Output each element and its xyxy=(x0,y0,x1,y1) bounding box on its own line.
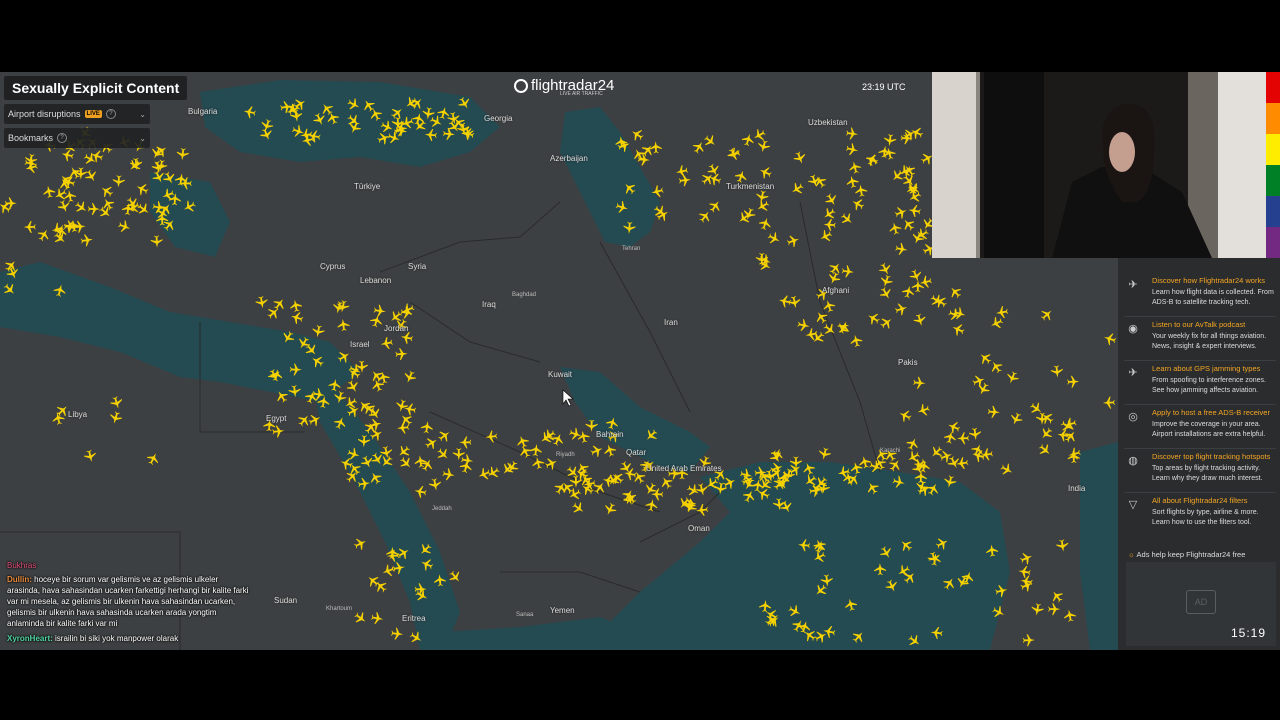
map-label-india: India xyxy=(1068,484,1086,493)
promo-desc: Sort flights by type, airline & more. Le… xyxy=(1152,509,1259,526)
map-label-afghanistan: Afghani xyxy=(822,286,850,295)
city-tehran: Tehran xyxy=(622,246,641,252)
promo-how-it-works[interactable]: ✈ Discover how Flightradar24 works Learn… xyxy=(1124,274,1276,317)
promo-title: Apply to host a free ADS-B receiver xyxy=(1152,408,1270,417)
chat-message-0: Bukhras xyxy=(7,560,247,571)
city-jeddah: Jeddah xyxy=(432,506,452,512)
promo-gps-jamming[interactable]: ✈ Learn about GPS jamming types From spo… xyxy=(1124,362,1276,405)
promo-title: Discover top flight tracking hotspots xyxy=(1152,452,1271,461)
fr24-side-panel: ✈ Discover how Flightradar24 works Learn… xyxy=(1118,258,1280,650)
map-label-uzbekistan: Uzbekistan xyxy=(808,118,848,127)
stream-frame: Bulgaria Georgia Azerbaijan Uzbekistan T… xyxy=(0,72,1280,650)
map-label-turkmenistan: Turkmenistan xyxy=(726,182,775,191)
streamer-webcam xyxy=(932,72,1280,258)
promo-adsb-receiver[interactable]: ◎ Apply to host a free ADS-B receiver Im… xyxy=(1124,406,1276,449)
ad-icon-label: AD xyxy=(1194,597,1208,607)
map-label-azerbaijan: Azerbaijan xyxy=(550,154,588,163)
filter-icon: ▽ xyxy=(1128,499,1138,511)
map-label-turkey: Türkiye xyxy=(354,182,381,191)
map-label-georgia: Georgia xyxy=(484,114,513,123)
city-riyadh: Riyadh xyxy=(556,452,575,458)
city-karachi: Karachi xyxy=(880,448,901,454)
ad-icon: AD xyxy=(1186,590,1216,614)
live-badge: LIVE xyxy=(84,110,102,118)
chat-user: XyronHeart: xyxy=(7,634,53,643)
help-icon[interactable]: ? xyxy=(105,109,116,119)
plane-icon: ✈ xyxy=(1128,279,1138,291)
map-label-jordan: Jordan xyxy=(384,324,409,333)
map-label-qatar: Qatar xyxy=(626,448,647,457)
map-label-kuwait: Kuwait xyxy=(548,370,573,379)
chat-message-2: XyronHeart: israilin bi siki yok manpowe… xyxy=(7,633,251,644)
radar-logo-icon xyxy=(514,78,528,93)
map-label-sudan: Sudan xyxy=(274,596,298,605)
webcam-image xyxy=(932,72,1280,258)
map-label-uae: United Arab Emirates xyxy=(646,464,722,473)
pride-flag-decoration xyxy=(1266,72,1280,258)
lightbulb-icon: ☼ xyxy=(1128,550,1135,559)
map-label-cyprus: Cyprus xyxy=(320,262,346,271)
chevron-down-icon[interactable]: ⌄ xyxy=(139,110,146,119)
promo-hotspots[interactable]: ◍ Discover top flight tracking hotspots … xyxy=(1124,450,1276,493)
promo-title: Discover how Flightradar24 works xyxy=(1152,276,1265,285)
promo-desc: Improve the coverage in your area. Airpo… xyxy=(1152,421,1266,438)
map-label-eritrea: Eritrea xyxy=(402,614,426,623)
map-label-iran: Iran xyxy=(664,318,678,327)
flightradar24-logo[interactable]: flightradar24 LIVE AIR TRAFFIC xyxy=(514,77,614,97)
promo-title: All about Flightradar24 filters xyxy=(1152,496,1248,505)
promo-avtalk[interactable]: ◉ Listen to our AvTalk podcast Your week… xyxy=(1124,318,1276,361)
logo-tagline: LIVE AIR TRAFFIC xyxy=(560,91,603,97)
promo-desc: Your weekly fix for all things aviation.… xyxy=(1152,333,1267,350)
map-label-israel: Israel xyxy=(350,340,370,349)
ads-notice-text: Ads help keep Flightradar24 free xyxy=(1136,550,1246,559)
map-label-bulgaria: Bulgaria xyxy=(188,107,218,116)
ads-notice: ☼ Ads help keep Flightradar24 free xyxy=(1128,550,1245,559)
ad-placeholder[interactable]: AD 15:19 xyxy=(1126,562,1276,646)
bookmarks-label: Bookmarks xyxy=(8,133,54,143)
chevron-down-icon[interactable]: ⌄ xyxy=(139,134,146,143)
map-label-syria: Syria xyxy=(408,262,427,271)
map-label-lebanon: Lebanon xyxy=(360,276,392,285)
promo-desc: Learn how flight data is collected. From… xyxy=(1152,289,1274,306)
chat-message-1: Dullin: hoceye bir sorum var gelismis ve… xyxy=(7,574,251,629)
airport-disruptions-toggle[interactable]: Airport disruptions LIVE ? ⌄ xyxy=(4,104,150,124)
map-label-oman: Oman xyxy=(688,524,710,533)
promo-desc: Top areas by flight tracking activity. L… xyxy=(1152,465,1263,482)
city-baghdad: Baghdad xyxy=(512,292,537,298)
chat-text: hoceye bir sorum var gelismis ve az geli… xyxy=(7,575,249,628)
stream-clock: 15:19 xyxy=(1230,626,1266,640)
map-label-bahrain: Bahrain xyxy=(596,430,624,439)
help-icon[interactable]: ? xyxy=(57,133,68,143)
airport-disruptions-label: Airport disruptions xyxy=(8,109,81,119)
map-label-libya: Libya xyxy=(68,410,88,419)
content-warning-title: Sexually Explicit Content xyxy=(4,76,188,100)
podcast-icon: ◉ xyxy=(1128,323,1138,335)
map-label-egypt: Egypt xyxy=(266,414,287,423)
chat-text: israilin bi siki yok manpower olarak xyxy=(55,634,179,643)
antenna-icon: ◎ xyxy=(1128,411,1138,423)
promo-title: Learn about GPS jamming types xyxy=(1152,364,1261,373)
promo-desc: From spoofing to interference zones. See… xyxy=(1152,377,1267,394)
hotspot-icon: ◍ xyxy=(1128,455,1138,467)
promo-filters[interactable]: ▽ All about Flightradar24 filters Sort f… xyxy=(1124,494,1276,536)
city-sanaa: Sanaa xyxy=(516,612,534,618)
city-khartoum: Khartoum xyxy=(326,606,353,612)
map-label-iraq: Iraq xyxy=(482,300,496,309)
bookmarks-toggle[interactable]: Bookmarks ? ⌄ xyxy=(4,128,150,148)
chat-user: Dullin: xyxy=(7,575,32,584)
gps-icon: ✈ xyxy=(1128,367,1138,379)
utc-clock: 23:19 UTC xyxy=(862,82,906,92)
map-label-pakistan: Pakis xyxy=(898,358,918,367)
promo-title: Listen to our AvTalk podcast xyxy=(1152,320,1246,329)
chat-user: Bukhras xyxy=(7,561,37,570)
map-label-yemen: Yemen xyxy=(550,606,575,615)
